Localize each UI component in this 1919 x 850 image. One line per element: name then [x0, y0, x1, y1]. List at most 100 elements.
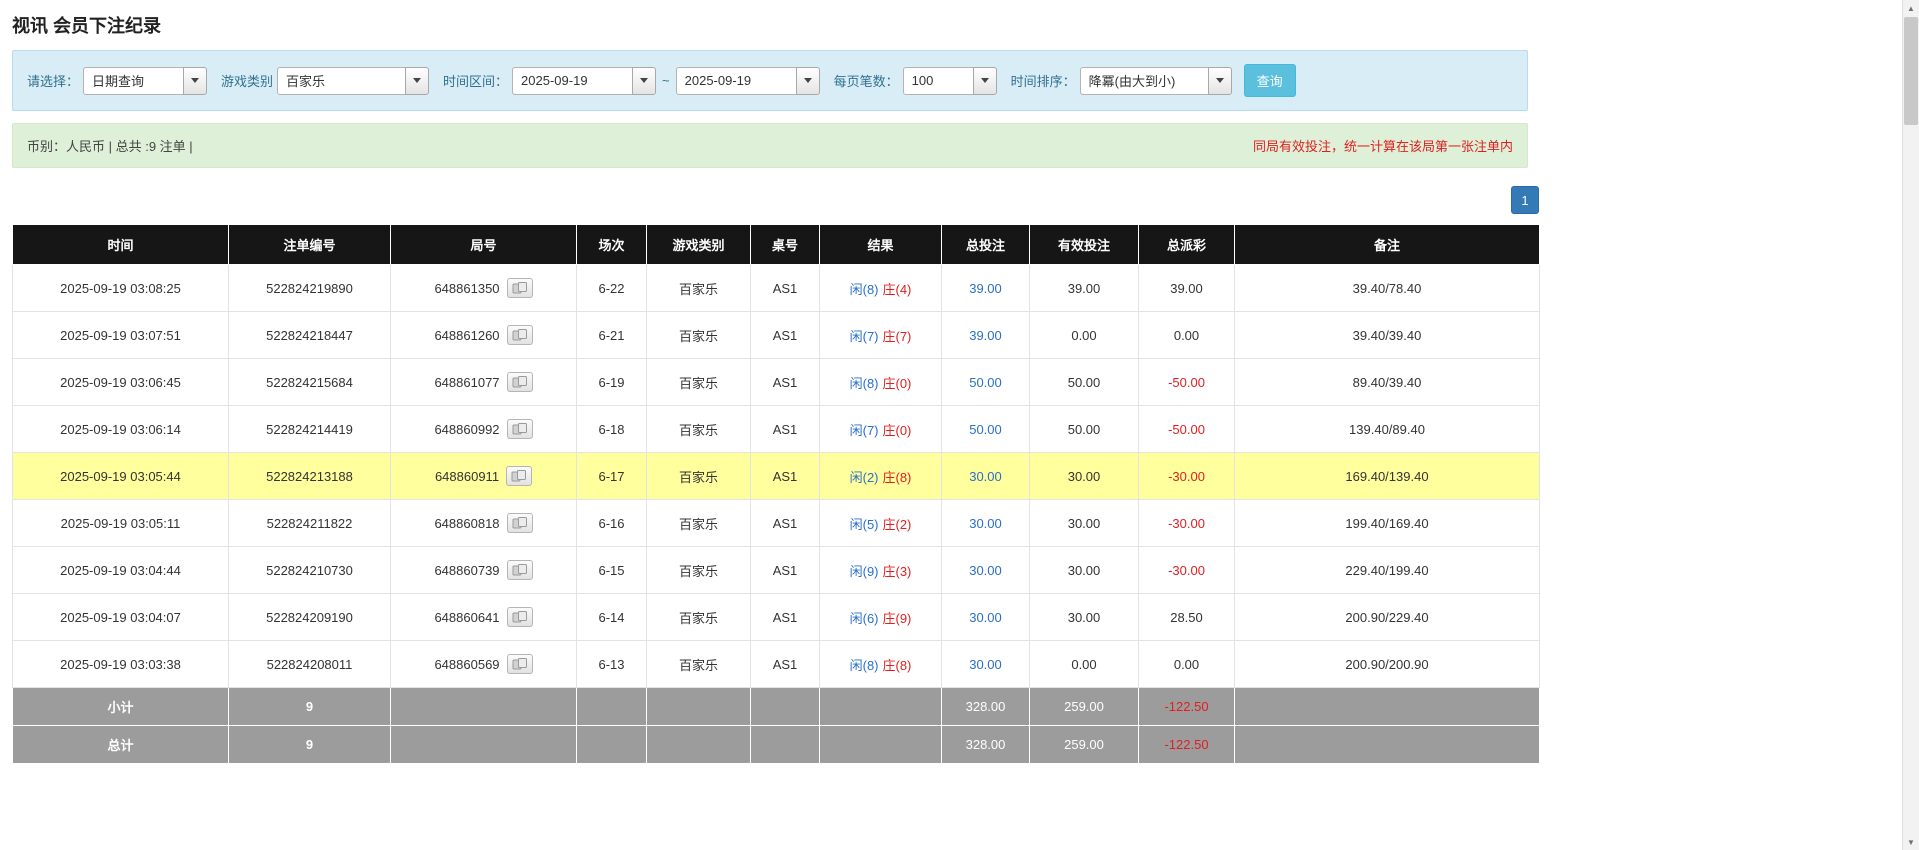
table-row[interactable]: 2025-09-19 03:06:14 522824214419 6488609… — [12, 405, 1540, 453]
caret-down-icon[interactable] — [405, 66, 430, 95]
date-from-input[interactable] — [512, 66, 633, 95]
col-header-valid-bet: 有效投注 — [1029, 224, 1139, 265]
footer-empty-cell — [1234, 687, 1540, 726]
cell-session: 6-18 — [576, 405, 647, 453]
cell-payout: -30.00 — [1138, 499, 1235, 547]
caret-down-icon[interactable] — [632, 66, 657, 95]
cards-icon[interactable] — [506, 466, 533, 486]
caret-down-icon[interactable] — [183, 66, 208, 95]
summary-bar: 币别：人民币 | 总共 :9 注单 | 同局有效投注，统一计算在该局第一张注单内 — [12, 123, 1528, 168]
cell-payout: 0.00 — [1138, 311, 1235, 359]
cell-note: 200.90/200.90 — [1234, 640, 1540, 688]
total-valid-bet: 259.00 — [1029, 725, 1139, 764]
total-bet-link[interactable]: 50.00 — [969, 422, 1002, 437]
date-to-input[interactable] — [675, 66, 796, 95]
cell-total-bet: 30.00 — [941, 640, 1030, 688]
total-bet-link[interactable]: 30.00 — [969, 610, 1002, 625]
scrollbar-thumb[interactable] — [1904, 17, 1918, 125]
sort-input[interactable] — [1079, 66, 1208, 95]
table-row[interactable]: 2025-09-19 03:05:44 522824213188 6488609… — [12, 452, 1540, 500]
cards-icon[interactable] — [506, 419, 533, 439]
caret-down-icon[interactable] — [795, 66, 820, 95]
cell-game-type: 百家乐 — [646, 546, 751, 594]
cell-time: 2025-09-19 03:05:11 — [12, 499, 229, 547]
result-banker: 庄(2) — [882, 516, 912, 532]
cards-icon[interactable] — [506, 654, 533, 674]
total-bet-link[interactable]: 39.00 — [969, 328, 1002, 343]
caret-down-icon — [803, 78, 812, 83]
cell-game-type: 百家乐 — [646, 264, 751, 312]
cell-valid-bet: 39.00 — [1029, 264, 1139, 312]
col-header-time: 时间 — [12, 224, 229, 265]
total-bet-link[interactable]: 30.00 — [969, 563, 1002, 578]
total-bet-link[interactable]: 30.00 — [969, 516, 1002, 531]
page-size-label: 每页笔数： — [833, 74, 899, 89]
cell-result: 闲(8) 庄(0) — [819, 358, 942, 406]
page-size-combobox — [902, 66, 997, 95]
cell-total-bet: 39.00 — [941, 311, 1030, 359]
caret-down-icon[interactable] — [1207, 66, 1232, 95]
sort-combobox — [1079, 66, 1232, 95]
cell-valid-bet: 50.00 — [1029, 358, 1139, 406]
cell-valid-bet: 30.00 — [1029, 593, 1139, 641]
result-player: 闲(7) — [849, 422, 879, 438]
cell-bet-id: 522824213188 — [228, 452, 391, 500]
caret-down-icon[interactable] — [972, 66, 997, 95]
table-row[interactable]: 2025-09-19 03:08:25 522824219890 6488613… — [12, 264, 1540, 312]
total-bet-link[interactable]: 30.00 — [969, 469, 1002, 484]
cell-session: 6-14 — [576, 593, 647, 641]
table-row[interactable]: 2025-09-19 03:04:44 522824210730 6488607… — [12, 546, 1540, 594]
cell-payout: 39.00 — [1138, 264, 1235, 312]
table-row[interactable]: 2025-09-19 03:04:07 522824209190 6488606… — [12, 593, 1540, 641]
total-bet-link[interactable]: 50.00 — [969, 375, 1002, 390]
cards-icon[interactable] — [506, 278, 533, 298]
cards-icon[interactable] — [506, 607, 533, 627]
cell-game-type: 百家乐 — [646, 358, 751, 406]
cell-game-type: 百家乐 — [646, 499, 751, 547]
pagination: 1 — [12, 186, 1539, 214]
table-row[interactable]: 2025-09-19 03:05:11 522824211822 6488608… — [12, 499, 1540, 547]
cards-icon[interactable] — [506, 325, 533, 345]
cell-total-bet: 30.00 — [941, 499, 1030, 547]
page-size-input[interactable] — [902, 66, 973, 95]
cell-result: 闲(7) 庄(7) — [819, 311, 942, 359]
cards-icon[interactable] — [506, 513, 533, 533]
scroll-up-icon[interactable]: ▲ — [1903, 0, 1919, 16]
total-bet-link[interactable]: 30.00 — [969, 657, 1002, 672]
footer-empty-cell — [576, 687, 647, 726]
page-1-button[interactable]: 1 — [1511, 186, 1539, 214]
payout-value: 28.50 — [1170, 609, 1203, 625]
caret-down-icon — [1215, 78, 1224, 83]
scroll-down-icon[interactable]: ▼ — [1903, 834, 1919, 850]
cell-time: 2025-09-19 03:05:44 — [12, 452, 229, 500]
cell-time: 2025-09-19 03:04:07 — [12, 593, 229, 641]
date-from-combobox — [512, 66, 657, 95]
cell-valid-bet: 30.00 — [1029, 546, 1139, 594]
cell-table: AS1 — [750, 640, 820, 688]
cell-valid-bet: 0.00 — [1029, 640, 1139, 688]
total-bet-link[interactable]: 39.00 — [969, 281, 1002, 296]
cell-round: 648860992 — [390, 405, 577, 453]
query-button[interactable]: 查询 — [1243, 64, 1296, 97]
cards-icon[interactable] — [506, 560, 533, 580]
cell-payout: -50.00 — [1138, 358, 1235, 406]
cell-payout: -30.00 — [1138, 546, 1235, 594]
cell-table: AS1 — [750, 264, 820, 312]
cell-bet-id: 522824218447 — [228, 311, 391, 359]
result-banker: 庄(8) — [882, 469, 912, 485]
query-type-input[interactable] — [83, 66, 184, 95]
result-banker: 庄(4) — [882, 281, 912, 297]
table-row[interactable]: 2025-09-19 03:03:38 522824208011 6488605… — [12, 640, 1540, 688]
round-number: 648860739 — [434, 562, 500, 578]
col-header-bet-id: 注单编号 — [228, 224, 391, 265]
table-row[interactable]: 2025-09-19 03:07:51 522824218447 6488612… — [12, 311, 1540, 359]
cell-bet-id: 522824215684 — [228, 358, 391, 406]
table-row[interactable]: 2025-09-19 03:06:45 522824215684 6488610… — [12, 358, 1540, 406]
caret-down-icon — [413, 78, 422, 83]
cell-total-bet: 30.00 — [941, 452, 1030, 500]
cell-result: 闲(8) 庄(8) — [819, 640, 942, 688]
cards-icon[interactable] — [506, 372, 533, 392]
vertical-scrollbar[interactable]: ▲ ▼ — [1902, 0, 1919, 850]
game-type-input[interactable] — [277, 66, 406, 95]
cell-session: 6-17 — [576, 452, 647, 500]
